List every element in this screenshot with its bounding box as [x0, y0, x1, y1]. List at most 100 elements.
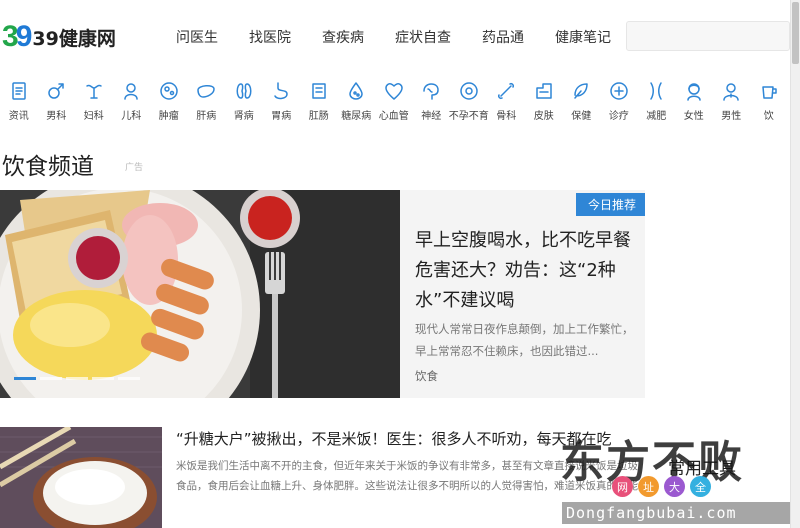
category-label: 糖尿病 [341, 111, 372, 122]
category-item[interactable]: 资讯 [0, 80, 38, 122]
news-icon [8, 80, 30, 102]
category-label: 保健 [571, 111, 592, 122]
rice-photo [0, 427, 162, 528]
search-input[interactable] [626, 21, 790, 51]
logo-mark: 39 [2, 20, 32, 53]
category-label: 皮肤 [533, 111, 554, 122]
category-item[interactable]: 肾病 [225, 80, 263, 122]
category-item[interactable]: 减肥 [638, 80, 676, 122]
baby-icon [120, 80, 142, 102]
category-label: 减肥 [646, 111, 667, 122]
category-label: 男性 [721, 111, 742, 122]
category-label: 肛肠 [308, 111, 329, 122]
category-label: 诊疗 [608, 111, 629, 122]
category-label: 肿瘤 [158, 111, 179, 122]
nav-item-drugs[interactable]: 药品通 [482, 27, 524, 47]
vertical-scrollbar[interactable] [790, 0, 800, 528]
category-label: 骨科 [496, 111, 517, 122]
watermark-domain: Dongfangbubai.com [562, 502, 794, 524]
skin-icon [533, 80, 555, 102]
nav-item-find-hospital[interactable]: 找医院 [249, 27, 291, 47]
feature-category[interactable]: 饮食 [415, 368, 438, 384]
page: 39 39健康网 问医生 找医院 查疾病 症状自查 药品通 健康笔记 资讯 男科 妇… [0, 0, 800, 528]
site-logo[interactable]: 39 39健康网 [2, 22, 116, 52]
category-item[interactable]: 儿科 [113, 80, 151, 122]
carousel-dot[interactable] [14, 377, 36, 380]
category-label: 心血管 [378, 111, 409, 122]
article-description: 米饭是我们生活中离不开的主食，但近年来关于米饭的争议有非常多，甚至有文章直接说米… [176, 460, 638, 492]
carousel-dot[interactable] [66, 377, 88, 380]
scrollbar-thumb[interactable] [792, 2, 799, 64]
female-icon [683, 80, 705, 102]
cell-icon [158, 80, 180, 102]
uterus-icon [83, 80, 105, 102]
category-label: 女性 [683, 111, 704, 122]
medical-cross-icon [608, 80, 630, 102]
logo-text: 39健康网 [32, 27, 116, 50]
intestine-icon [308, 80, 330, 102]
watermark-seal: 大 [664, 476, 685, 497]
nav-item-health-notes[interactable]: 健康笔记 [555, 27, 611, 47]
ad-label: 广告 [125, 163, 144, 173]
category-item[interactable]: 心血管 [375, 80, 413, 122]
category-label: 饮 [763, 111, 774, 122]
carousel-dot[interactable] [40, 377, 62, 380]
main-nav: 问医生 找医院 查疾病 症状自查 药品通 健康笔记 [176, 27, 642, 47]
category-label: 妇科 [83, 111, 104, 122]
article-thumbnail[interactable] [0, 427, 162, 528]
category-label: 资讯 [8, 111, 29, 122]
article-title[interactable]: “升糖大户”被揪出，不是米饭！医生：很多人不听劝，每天都在吃 [176, 428, 636, 449]
category-bar: 资讯 男科 妇科 儿科 肿瘤 肝病 肾病 胃病 肛肠 糖尿病 心血管 神经 不孕不育 骨科 皮肤 保健 诊疗 减肥… [0, 80, 788, 122]
category-label: 胃病 [271, 111, 292, 122]
category-item[interactable]: 肝病 [188, 80, 226, 122]
waist-icon [645, 80, 667, 102]
category-label: 儿科 [121, 111, 142, 122]
category-item[interactable]: 妇科 [75, 80, 113, 122]
category-item[interactable]: 饮 [750, 80, 788, 122]
category-item[interactable]: 糖尿病 [338, 80, 376, 122]
man-icon [720, 80, 742, 102]
category-label: 男科 [46, 111, 67, 122]
watermark-seal: 全 [690, 476, 711, 497]
category-item[interactable]: 皮肤 [525, 80, 563, 122]
site-header: 39 39健康网 问医生 找医院 查疾病 症状自查 药品通 健康笔记 [0, 0, 790, 74]
category-item[interactable]: 肿瘤 [150, 80, 188, 122]
category-label: 肝病 [196, 111, 217, 122]
bone-icon [495, 80, 517, 102]
category-item[interactable]: 不孕不育 [449, 80, 489, 122]
drop-icon [345, 80, 367, 102]
feature-image[interactable] [0, 190, 400, 398]
category-item[interactable]: 骨科 [488, 80, 526, 122]
male-icon [45, 80, 67, 102]
category-label: 肾病 [233, 111, 254, 122]
category-item[interactable]: 保健 [563, 80, 601, 122]
feature-title[interactable]: 早上空腹喝水，比不吃早餐危害还大？劝告：这“2种水”不建议喝 [415, 226, 637, 316]
brain-icon [420, 80, 442, 102]
category-item[interactable]: 男性 [713, 80, 751, 122]
carousel-indicators [14, 377, 144, 380]
category-item[interactable]: 诊疗 [600, 80, 638, 122]
feature-card[interactable]: 今日推荐 早上空腹喝水，比不吃早餐危害还大？劝告：这“2种水”不建议喝 现代人常… [400, 190, 645, 398]
heart-icon [383, 80, 405, 102]
carousel-dot[interactable] [92, 377, 114, 380]
stomach-icon [270, 80, 292, 102]
category-item[interactable]: 神经 [413, 80, 451, 122]
nav-item-symptom-check[interactable]: 症状自查 [395, 27, 451, 47]
category-label: 神经 [421, 111, 442, 122]
nav-item-ask-doctor[interactable]: 问医生 [176, 27, 218, 47]
category-item[interactable]: 男科 [38, 80, 76, 122]
kidney-icon [233, 80, 255, 102]
tools-heading: 常用工具 [668, 459, 736, 479]
today-recommend-badge: 今日推荐 [575, 193, 645, 216]
category-item[interactable]: 胃病 [263, 80, 301, 122]
carousel-dot[interactable] [118, 377, 140, 380]
nav-item-diseases[interactable]: 查疾病 [322, 27, 364, 47]
liver-icon [195, 80, 217, 102]
category-item[interactable]: 肛肠 [300, 80, 338, 122]
section-title: 饮食频道 [2, 154, 94, 180]
breakfast-photo [0, 190, 400, 398]
category-item[interactable]: 女性 [675, 80, 713, 122]
feature-description: 现代人常常日夜作息颠倒，加上工作繁忙，早上常常忍不住赖床，也因此错过... [415, 322, 634, 358]
care-icon [570, 80, 592, 102]
cup-icon [758, 80, 780, 102]
